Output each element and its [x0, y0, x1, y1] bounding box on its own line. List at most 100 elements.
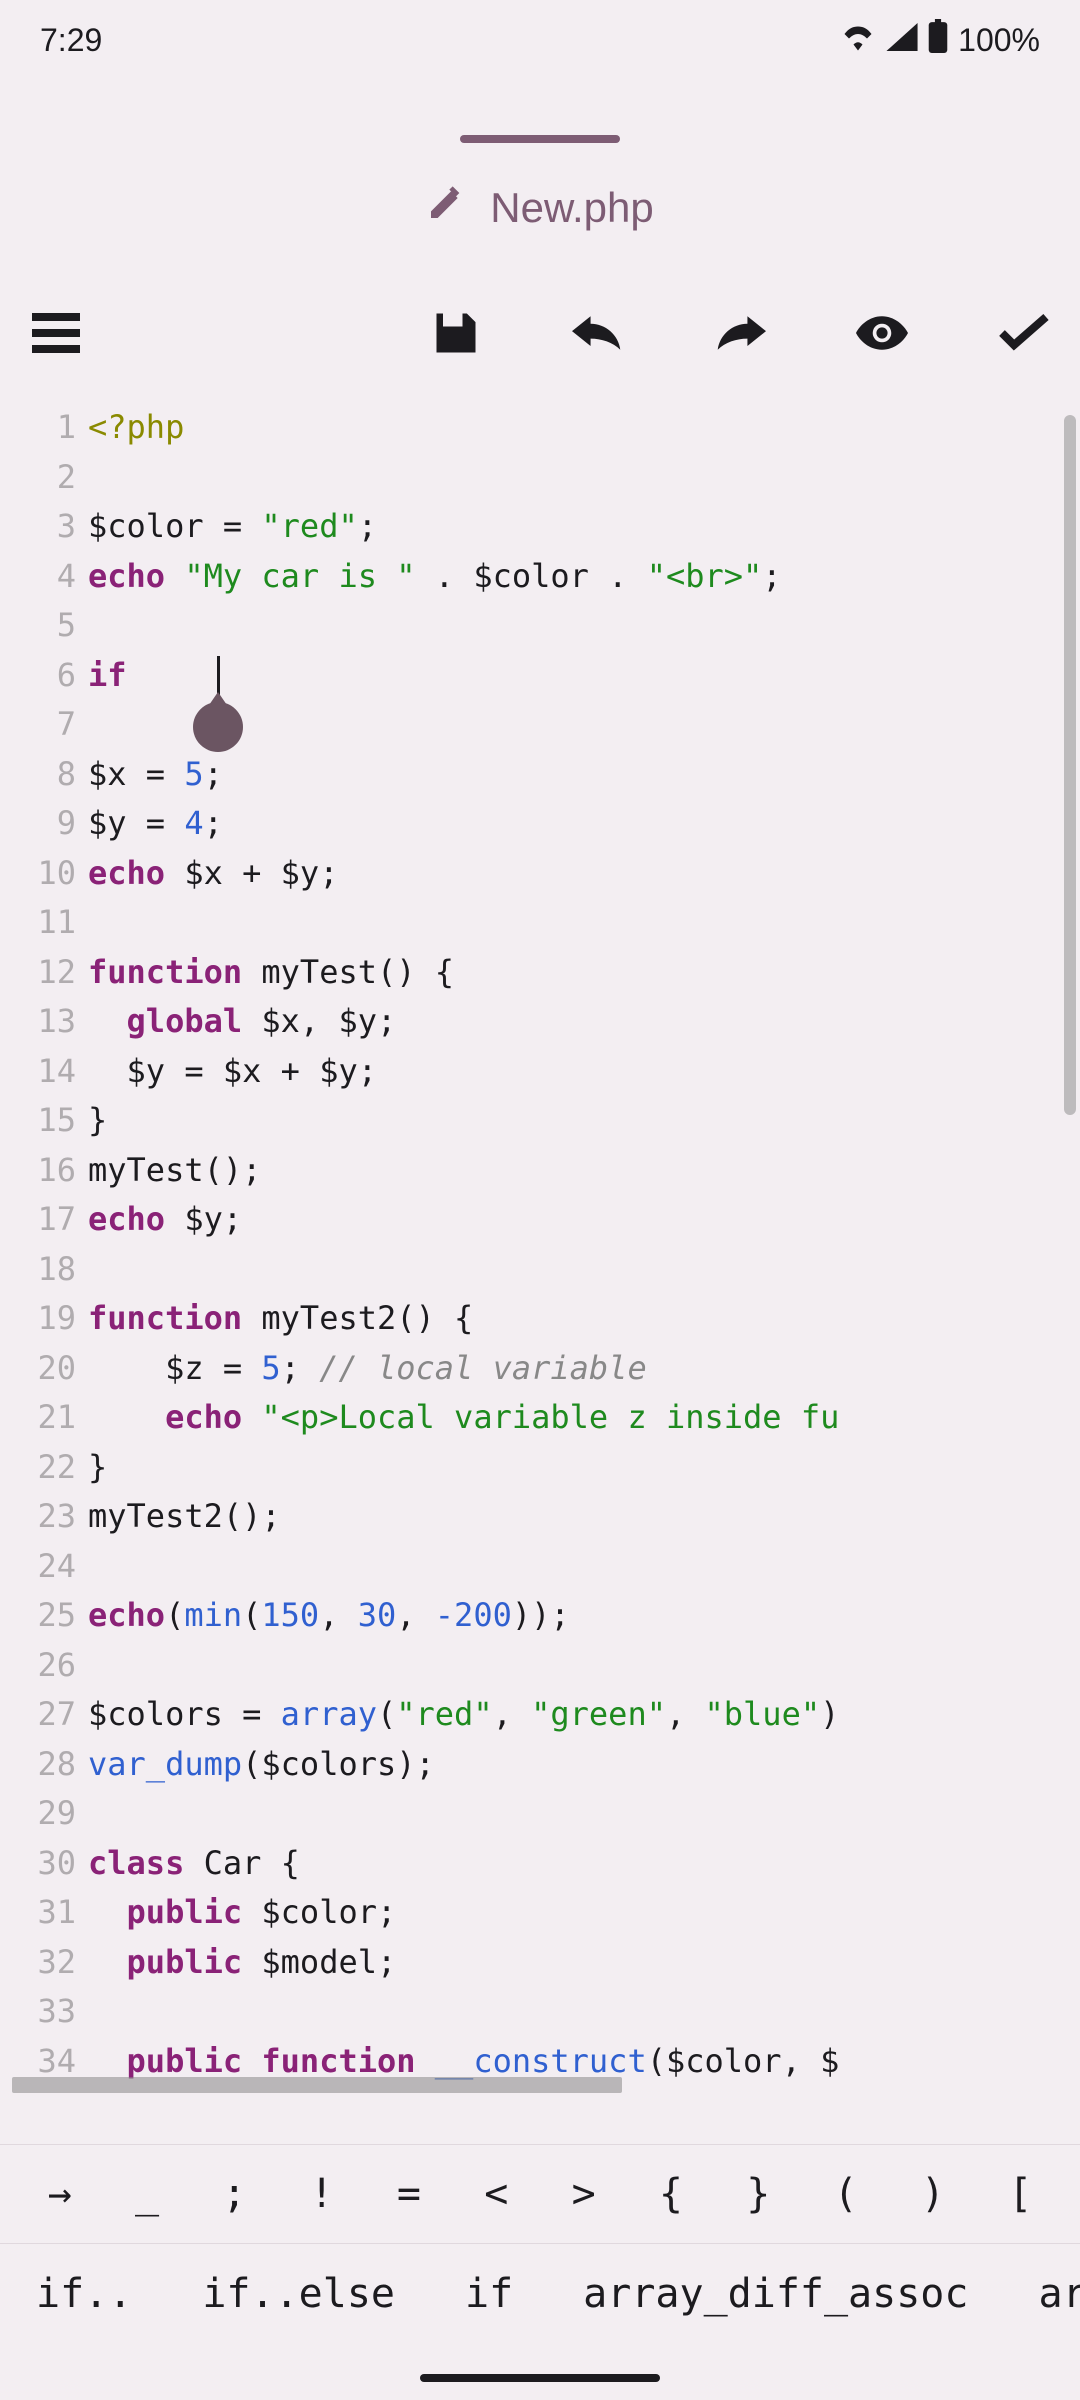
line-number: 20	[0, 1344, 88, 1394]
code-content[interactable]: <?php	[88, 403, 1080, 453]
code-line[interactable]: 17echo $y;	[0, 1195, 1080, 1245]
code-content[interactable]	[88, 1641, 1080, 1691]
code-content[interactable]	[88, 601, 1080, 651]
done-button[interactable]	[998, 307, 1050, 359]
horizontal-scrollbar[interactable]	[12, 2077, 622, 2093]
code-content[interactable]: echo $y;	[88, 1195, 1080, 1245]
code-line[interactable]: 26	[0, 1641, 1080, 1691]
code-line[interactable]: 33	[0, 1987, 1080, 2037]
symbol-key[interactable]: <	[453, 2171, 540, 2217]
code-content[interactable]	[88, 1987, 1080, 2037]
toolbar	[0, 293, 1080, 373]
file-title-row[interactable]: New.php	[0, 183, 1080, 233]
code-content[interactable]: echo(min(150, 30, -200));	[88, 1591, 1080, 1641]
code-content[interactable]: echo "My car is " . $color . "<br>";	[88, 552, 1080, 602]
code-line[interactable]: 24	[0, 1542, 1080, 1592]
code-line[interactable]: 13 global $x, $y;	[0, 997, 1080, 1047]
code-content[interactable]: $x = 5;	[88, 750, 1080, 800]
code-line[interactable]: 29	[0, 1789, 1080, 1839]
code-line[interactable]: 12function myTest() {	[0, 948, 1080, 998]
code-content[interactable]: $y = $x + $y;	[88, 1047, 1080, 1097]
code-content[interactable]: myTest();	[88, 1146, 1080, 1196]
code-content[interactable]: $color = "red";	[88, 502, 1080, 552]
symbol-key[interactable]: (	[802, 2171, 889, 2217]
symbol-key[interactable]: =	[365, 2171, 452, 2217]
code-line[interactable]: 2	[0, 453, 1080, 503]
code-content[interactable]	[88, 898, 1080, 948]
vertical-scrollbar[interactable]	[1064, 415, 1076, 1115]
symbol-key[interactable]: [	[977, 2171, 1064, 2217]
code-line[interactable]: 7	[0, 700, 1080, 750]
code-content[interactable]	[88, 1542, 1080, 1592]
caret-handle[interactable]	[193, 702, 243, 752]
code-content[interactable]: myTest2();	[88, 1492, 1080, 1542]
code-line[interactable]: 27$colors = array("red", "green", "blue"…	[0, 1690, 1080, 1740]
code-line[interactable]: 23myTest2();	[0, 1492, 1080, 1542]
symbol-key[interactable]: >	[540, 2171, 627, 2217]
code-content[interactable]: function myTest2() {	[88, 1294, 1080, 1344]
code-content[interactable]: public $model;	[88, 1938, 1080, 1988]
code-line[interactable]: 14 $y = $x + $y;	[0, 1047, 1080, 1097]
suggestion-item[interactable]: arr	[1038, 2271, 1080, 2317]
code-line[interactable]: 16myTest();	[0, 1146, 1080, 1196]
nav-handle[interactable]	[420, 2374, 660, 2382]
code-line[interactable]: 10echo $x + $y;	[0, 849, 1080, 899]
suggestion-item[interactable]: if..	[36, 2271, 132, 2317]
code-content[interactable]: if	[88, 651, 1080, 701]
clock: 7:29	[40, 22, 102, 59]
code-content[interactable]: echo $x + $y;	[88, 849, 1080, 899]
code-content[interactable]	[88, 1245, 1080, 1295]
code-line[interactable]: 30class Car {	[0, 1839, 1080, 1889]
code-content[interactable]: class Car {	[88, 1839, 1080, 1889]
undo-button[interactable]	[572, 307, 624, 359]
symbol-key[interactable]: ;	[191, 2171, 278, 2217]
symbol-key[interactable]: {	[627, 2171, 714, 2217]
code-line[interactable]: 1<?php	[0, 403, 1080, 453]
code-line[interactable]: 15}	[0, 1096, 1080, 1146]
code-line[interactable]: 5	[0, 601, 1080, 651]
line-number: 25	[0, 1591, 88, 1641]
code-line[interactable]: 20 $z = 5; // local variable	[0, 1344, 1080, 1394]
code-content[interactable]: var_dump($colors);	[88, 1740, 1080, 1790]
code-line[interactable]: 18	[0, 1245, 1080, 1295]
code-content[interactable]: $y = 4;	[88, 799, 1080, 849]
code-content[interactable]: $z = 5; // local variable	[88, 1344, 1080, 1394]
code-editor[interactable]: 1<?php23$color = "red";4echo "My car is …	[0, 403, 1080, 2093]
symbol-key[interactable]: )	[889, 2171, 976, 2217]
code-line[interactable]: 6if	[0, 651, 1080, 701]
save-button[interactable]	[430, 307, 482, 359]
code-content[interactable]: global $x, $y;	[88, 997, 1080, 1047]
code-line[interactable]: 22}	[0, 1443, 1080, 1493]
suggestion-item[interactable]: array_diff_assoc	[583, 2271, 968, 2317]
code-line[interactable]: 19function myTest2() {	[0, 1294, 1080, 1344]
code-line[interactable]: 3$color = "red";	[0, 502, 1080, 552]
code-content[interactable]	[88, 453, 1080, 503]
code-line[interactable]: 25echo(min(150, 30, -200));	[0, 1591, 1080, 1641]
preview-button[interactable]	[856, 307, 908, 359]
code-content[interactable]: }	[88, 1096, 1080, 1146]
redo-button[interactable]	[714, 307, 766, 359]
code-content[interactable]: echo "<p>Local variable z inside fu	[88, 1393, 1080, 1443]
code-line[interactable]: 8$x = 5;	[0, 750, 1080, 800]
code-line[interactable]: 9$y = 4;	[0, 799, 1080, 849]
code-line[interactable]: 21 echo "<p>Local variable z inside fu	[0, 1393, 1080, 1443]
symbol-key[interactable]: →	[16, 2171, 103, 2217]
suggestion-item[interactable]: if..else	[202, 2271, 395, 2317]
code-content[interactable]: function myTest() {	[88, 948, 1080, 998]
symbol-key[interactable]: _	[103, 2171, 190, 2217]
code-line[interactable]: 31 public $color;	[0, 1888, 1080, 1938]
code-line[interactable]: 32 public $model;	[0, 1938, 1080, 1988]
code-content[interactable]	[88, 1789, 1080, 1839]
code-line[interactable]: 11	[0, 898, 1080, 948]
suggestion-item[interactable]: if	[465, 2271, 513, 2317]
code-line[interactable]: 28var_dump($colors);	[0, 1740, 1080, 1790]
symbol-key[interactable]: !	[278, 2171, 365, 2217]
code-content[interactable]: public $color;	[88, 1888, 1080, 1938]
code-content[interactable]: }	[88, 1443, 1080, 1493]
code-content[interactable]: $colors = array("red", "green", "blue")	[88, 1690, 1080, 1740]
code-line[interactable]: 4echo "My car is " . $color . "<br>";	[0, 552, 1080, 602]
menu-button[interactable]	[30, 307, 82, 359]
line-number: 33	[0, 1987, 88, 2037]
drag-handle[interactable]	[460, 135, 620, 143]
symbol-key[interactable]: }	[715, 2171, 802, 2217]
